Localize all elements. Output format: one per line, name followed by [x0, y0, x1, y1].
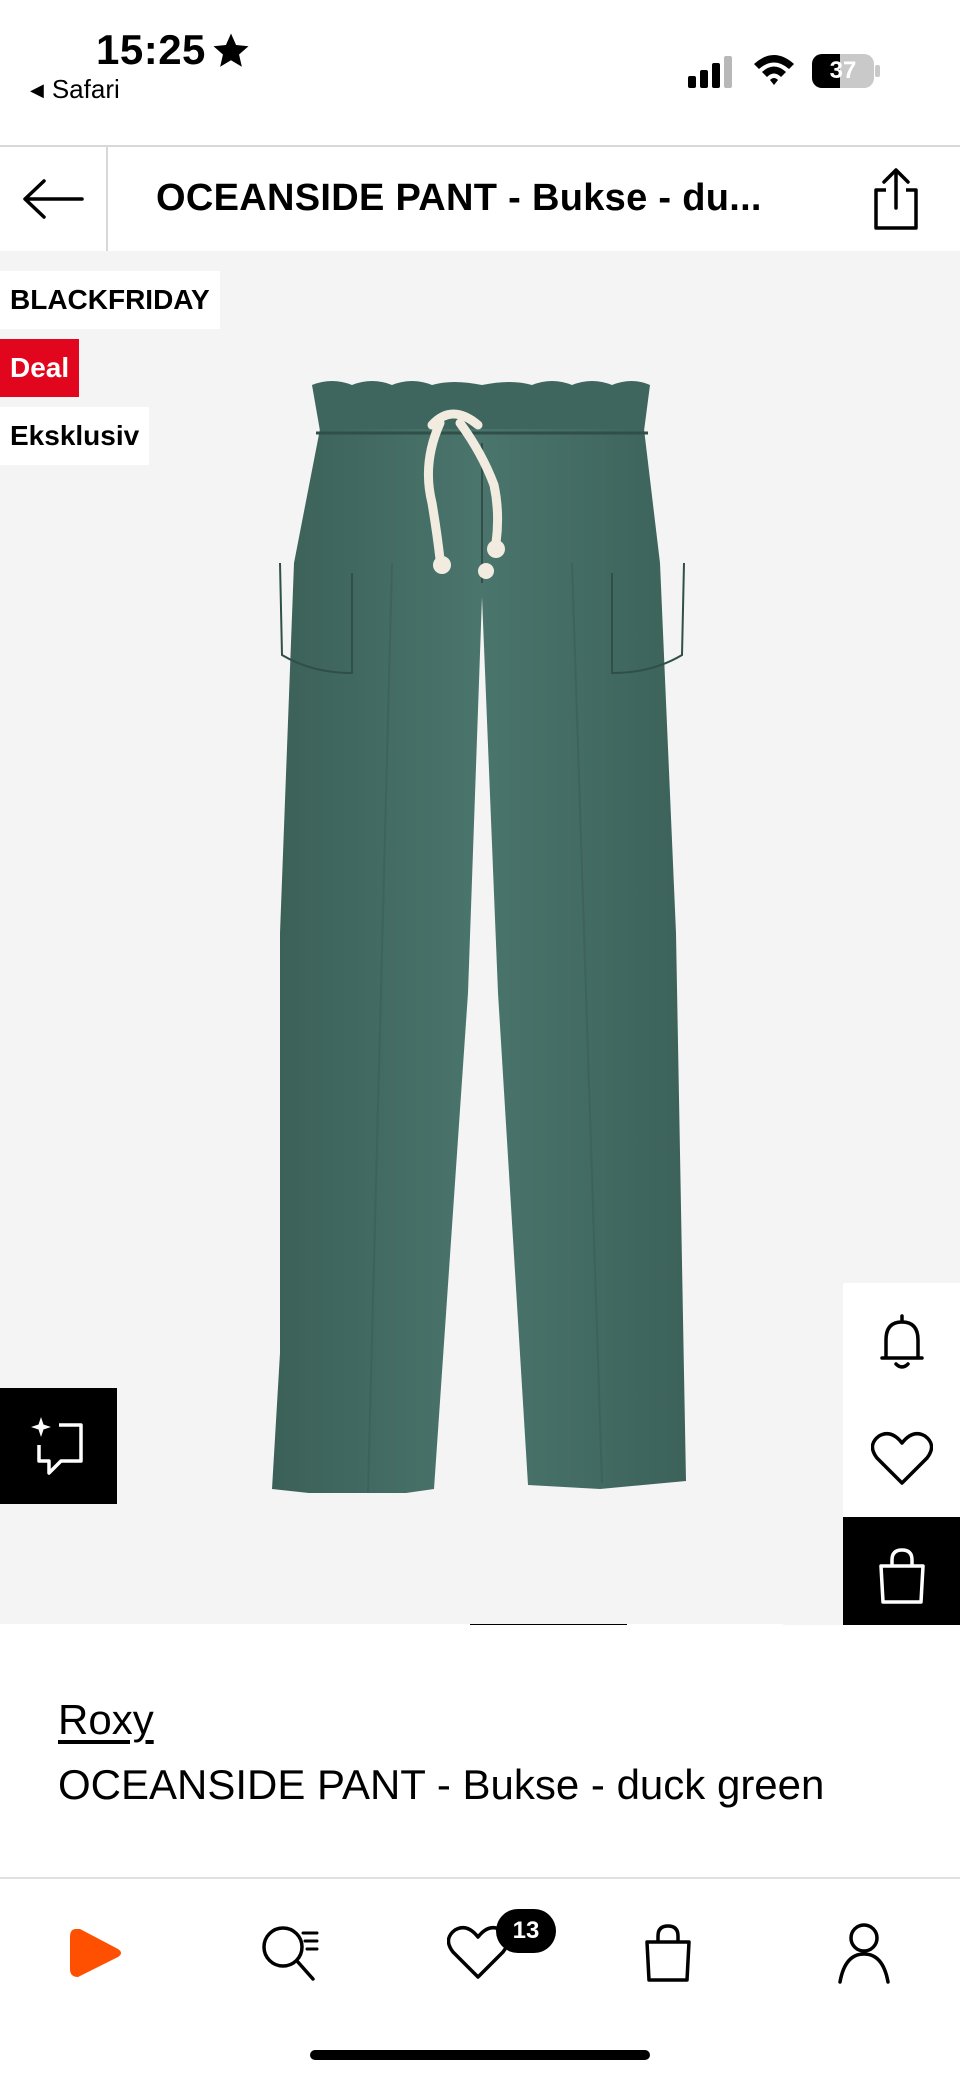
bell-icon [879, 1313, 924, 1369]
star-icon [213, 33, 249, 67]
battery-indicator: 37 [812, 54, 880, 88]
status-bar: 15:25 ◀ Safari 37 [0, 0, 960, 145]
product-header: OCEANSIDE PANT - Bukse - du... [0, 145, 960, 253]
badge-deal: Deal [0, 339, 80, 397]
shopping-bag-icon [645, 1924, 691, 1982]
badge-blackfriday: BLACKFRIDAY [0, 271, 220, 329]
heart-icon [870, 1431, 933, 1485]
cellular-signal-icon [688, 56, 732, 88]
shopping-bag-icon [878, 1547, 925, 1604]
back-app-label: Safari [51, 74, 120, 104]
battery-level: 37 [829, 57, 857, 84]
status-time: 15:25 [96, 26, 206, 73]
user-icon [838, 1923, 890, 1984]
gallery-pager-active [470, 1624, 627, 1625]
compare-sparkle-button[interactable] [0, 1388, 117, 1504]
product-name: OCEANSIDE PANT - Bukse - duck green [58, 1761, 825, 1808]
gallery-pager [0, 1624, 783, 1625]
wishlist-button[interactable] [843, 1400, 960, 1517]
badge-exclusive: Eksklusiv [0, 407, 150, 465]
sparkle-compare-icon [30, 1417, 83, 1475]
side-action-bar [843, 1283, 960, 1625]
nav-bag[interactable] [628, 1913, 708, 1993]
back-button[interactable] [0, 147, 108, 251]
arrow-left-icon [23, 179, 84, 219]
product-image-gallery[interactable]: BLACKFRIDAY Deal Eksklusiv [0, 251, 960, 1625]
share-icon [874, 168, 918, 230]
brand-link[interactable]: Roxy [58, 1696, 154, 1744]
wishlist-count-badge: 13 [496, 1909, 556, 1953]
share-button[interactable] [862, 165, 930, 233]
nav-search[interactable] [250, 1913, 330, 1993]
notify-button[interactable] [843, 1283, 960, 1400]
home-indicator[interactable] [310, 2050, 650, 2060]
nav-home[interactable] [56, 1913, 136, 1993]
wifi-icon [754, 55, 794, 85]
zalando-logo-icon [70, 1929, 121, 1977]
nav-account[interactable] [824, 1913, 904, 1993]
back-to-app-link[interactable]: ◀ Safari [30, 74, 120, 105]
search-icon [262, 1926, 319, 1981]
header-title: OCEANSIDE PANT - Bukse - du... [156, 177, 762, 219]
back-triangle-icon: ◀ [30, 80, 44, 100]
product-image-pants[interactable] [272, 373, 692, 1493]
add-to-bag-button[interactable] [843, 1517, 960, 1625]
